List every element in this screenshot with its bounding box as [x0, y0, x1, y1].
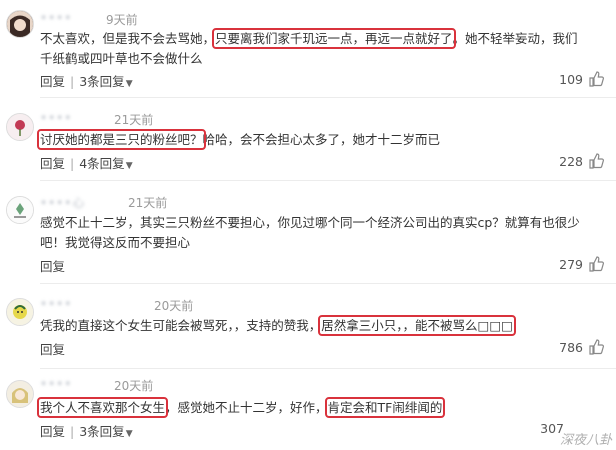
- timestamp: 20天前: [154, 299, 194, 313]
- like-control[interactable]: 786: [559, 339, 604, 355]
- avatar[interactable]: [6, 10, 34, 38]
- timestamp: 21天前: [114, 113, 154, 127]
- like-control[interactable]: 279: [559, 256, 604, 272]
- comment-text: 我个人不喜欢那个女生，感觉她不止十二岁，好作，肯定会和TF闹绯闻的: [36, 397, 446, 418]
- comment-text: 不太喜欢，但是我不会去骂她，只要离我们家千玑远一点，再远一点就好了。她不轻举妄动…: [40, 28, 578, 66]
- divider: [40, 97, 616, 98]
- highlight-box: 只要离我们家千玑远一点，再远一点就好了: [212, 28, 456, 49]
- avatar[interactable]: [6, 298, 34, 326]
- thumbs-up-icon[interactable]: [588, 153, 604, 169]
- like-count: 786: [559, 339, 583, 355]
- username[interactable]: ••••: [40, 11, 72, 25]
- avatar[interactable]: [6, 113, 34, 141]
- watermark: 深夜八卦: [559, 433, 612, 448]
- comment-actions: 回复 | 3条回复▼: [40, 424, 133, 439]
- highlight-box: 讨厌她的都是三只的粉丝吧？: [37, 129, 206, 150]
- like-control[interactable]: 228: [559, 153, 604, 169]
- comment-actions: 回复: [40, 256, 65, 275]
- chevron-down-icon: ▼: [125, 429, 133, 439]
- comment-text: 感觉不止十二岁，其实三只粉丝不要担心，你见过哪个同一个经济公司出的真实cp？就算…: [40, 215, 580, 250]
- view-replies-button[interactable]: 4条回复: [79, 156, 124, 171]
- thumbs-up-icon[interactable]: [588, 71, 604, 87]
- comment-actions: 回复: [40, 339, 65, 358]
- thumbs-up-icon[interactable]: [588, 339, 604, 355]
- reply-button[interactable]: 回复: [40, 342, 65, 357]
- reply-button[interactable]: 回复: [40, 259, 65, 274]
- like-count: 109: [559, 71, 583, 87]
- reply-button[interactable]: 回复: [40, 156, 65, 171]
- avatar[interactable]: [6, 380, 34, 408]
- divider: [40, 283, 616, 284]
- timestamp: 21天前: [128, 196, 168, 210]
- divider: [40, 368, 616, 369]
- username[interactable]: ••••: [40, 377, 72, 391]
- like-count: 228: [559, 153, 583, 169]
- comment-actions: 回复 | 3条回复▼: [40, 74, 133, 89]
- reply-button[interactable]: 回复: [40, 74, 65, 89]
- like-count: 279: [559, 256, 583, 272]
- comment-actions: 回复 | 4条回复▼: [40, 156, 133, 171]
- username[interactable]: ••••心: [40, 194, 85, 211]
- avatar[interactable]: [6, 196, 34, 224]
- view-replies-button[interactable]: 3条回复: [79, 74, 124, 89]
- highlight-box: 居然拿三小只，，能不被骂么□□□: [318, 315, 516, 336]
- view-replies-button[interactable]: 3条回复: [79, 424, 124, 439]
- username[interactable]: ••••: [40, 111, 72, 125]
- username[interactable]: ••••: [40, 297, 72, 311]
- thumbs-up-icon[interactable]: [588, 256, 604, 272]
- like-control[interactable]: 109: [559, 71, 604, 87]
- divider: [40, 180, 616, 181]
- chevron-down-icon: ▼: [125, 79, 133, 89]
- comment-text: 凭我的直接这个女生可能会被骂死，，支持的赞我，居然拿三小只，，能不被骂么□□□: [40, 315, 516, 336]
- timestamp: 9天前: [106, 13, 138, 27]
- comment-text: 讨厌她的都是三只的粉丝吧？哈哈，会不会担心太多了，她才十二岁而已: [37, 129, 441, 150]
- reply-button[interactable]: 回复: [40, 424, 65, 439]
- highlight-box: 我个人不喜欢那个女生: [36, 397, 169, 418]
- chevron-down-icon: ▼: [125, 161, 133, 171]
- highlight-box: 肯定会和TF闹绯闻的: [324, 397, 446, 418]
- timestamp: 20天前: [114, 379, 154, 393]
